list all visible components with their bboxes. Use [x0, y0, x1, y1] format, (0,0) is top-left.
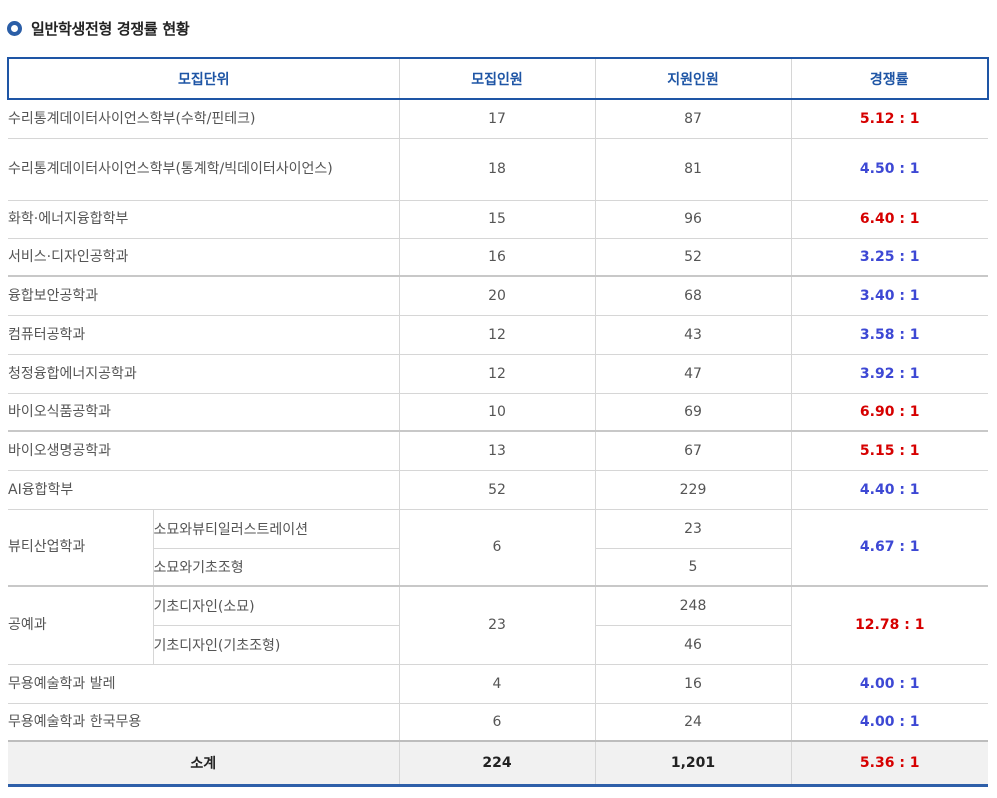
- applicants-cell: 16: [594, 663, 792, 704]
- table-row: 수리통계데이터사이언스학부(통계학/빅데이터사이언스) 18 81 4.50 :…: [8, 137, 988, 201]
- quota-cell: 13: [398, 430, 596, 471]
- unit-name: 수리통계데이터사이언스학부(통계학/빅데이터사이언스): [8, 137, 400, 201]
- unit-name: 바이오생명공학과: [8, 430, 400, 471]
- quota-cell: 12: [398, 353, 596, 394]
- rate-cell: 12.78 : 1: [790, 585, 988, 665]
- unit-name: 청정융합에너지공학과: [8, 353, 400, 394]
- applicants-cell: 96: [594, 199, 792, 239]
- rate-cell: 4.67 : 1: [790, 508, 988, 587]
- applicants-cell: 81: [594, 137, 792, 201]
- applicants-cell: 5: [594, 547, 791, 587]
- sub-unit-name: 소묘와기초조형: [153, 547, 400, 587]
- unit-name: 화학·에너지융합학부: [8, 199, 400, 239]
- table-row: 청정융합에너지공학과 12 47 3.92 : 1: [8, 353, 988, 394]
- table-row: 서비스·디자인공학과 16 52 3.25 : 1: [8, 237, 988, 277]
- total-label: 소계: [8, 740, 400, 787]
- rate-cell: 5.12 : 1: [790, 98, 988, 139]
- sub-unit-name: 소묘와뷰티일러스트레이션: [152, 508, 400, 549]
- total-rate: 5.36 : 1: [790, 740, 988, 787]
- competition-rate-table: 모집단위 모집인원 지원인원 경쟁률 수리통계데이터사이언스학부(수학/핀테크)…: [7, 57, 989, 787]
- total-row: 소계 224 1,201 5.36 : 1: [8, 740, 988, 787]
- unit-name: 무용예술학과 한국무용: [8, 702, 400, 742]
- table-row: 뷰티산업학과 소묘와뷰티일러스트레이션 6 23 4.67 : 1: [8, 508, 988, 587]
- total-applicants: 1,201: [594, 740, 792, 787]
- quota-cell: 6: [398, 508, 596, 587]
- applicants-cell: 43: [594, 314, 792, 355]
- quota-cell: 17: [398, 98, 596, 139]
- rate-cell: 3.58 : 1: [790, 314, 988, 355]
- unit-name: 바이오식품공학과: [8, 392, 400, 432]
- applicants-cell: 69: [594, 392, 792, 432]
- quota-cell: 15: [398, 199, 596, 239]
- header-unit: 모집단위: [7, 57, 400, 100]
- table-row: 바이오식품공학과 10 69 6.90 : 1: [8, 392, 988, 432]
- quota-cell: 16: [398, 237, 596, 277]
- table-row: 컴퓨터공학과 12 43 3.58 : 1: [8, 314, 988, 355]
- rate-cell: 4.00 : 1: [790, 702, 988, 742]
- rate-cell: 3.25 : 1: [790, 237, 988, 277]
- unit-name: 뷰티산업학과: [8, 508, 154, 587]
- header-applicants: 지원인원: [594, 57, 792, 100]
- applicants-cell: 67: [594, 430, 792, 471]
- header-quota: 모집인원: [398, 57, 596, 100]
- applicants-cell: 46: [594, 624, 791, 665]
- total-quota: 224: [398, 740, 596, 787]
- table-header-row: 모집단위 모집인원 지원인원 경쟁률: [7, 57, 989, 100]
- quota-cell: 12: [398, 314, 596, 355]
- applicants-cell: 52: [594, 237, 792, 277]
- unit-name: 공예과: [8, 585, 154, 665]
- table-row: 융합보안공학과 20 68 3.40 : 1: [8, 275, 988, 316]
- rate-cell: 4.50 : 1: [790, 137, 988, 201]
- rate-cell: 6.40 : 1: [790, 199, 988, 239]
- applicants-cell: 248: [594, 585, 792, 626]
- sub-unit-name: 기초디자인(기초조형): [153, 624, 400, 665]
- header-rate: 경쟁률: [790, 57, 989, 100]
- unit-name: 서비스·디자인공학과: [8, 237, 400, 277]
- quota-cell: 10: [398, 392, 596, 432]
- unit-name: 수리통계데이터사이언스학부(수학/핀테크): [8, 98, 400, 139]
- unit-name: AI융합학부: [8, 469, 400, 510]
- unit-name: 융합보안공학과: [8, 275, 400, 316]
- applicants-cell: 87: [594, 98, 792, 139]
- quota-cell: 18: [398, 137, 596, 201]
- applicants-cell: 47: [594, 353, 792, 394]
- rate-cell: 3.92 : 1: [790, 353, 988, 394]
- table-row: 공예과 기초디자인(소묘) 23 248 12.78 : 1: [8, 585, 988, 665]
- unit-name: 컴퓨터공학과: [8, 314, 400, 355]
- circle-bullet-icon: [7, 20, 22, 36]
- table-row: AI융합학부 52 229 4.40 : 1: [8, 469, 988, 510]
- quota-cell: 20: [398, 275, 596, 316]
- quota-cell: 6: [398, 702, 596, 742]
- unit-name: 무용예술학과 발레: [8, 663, 400, 704]
- sub-unit-name: 기초디자인(소묘): [152, 585, 400, 626]
- applicants-cell: 24: [594, 702, 792, 742]
- rate-cell: 4.40 : 1: [790, 469, 988, 510]
- table-row: 무용예술학과 한국무용 6 24 4.00 : 1: [8, 702, 988, 742]
- section-title: 일반학생전형 경쟁률 현황: [31, 19, 190, 38]
- applicants-cell: 68: [594, 275, 792, 316]
- table-row: 수리통계데이터사이언스학부(수학/핀테크) 17 87 5.12 : 1: [8, 98, 988, 139]
- quota-cell: 23: [398, 585, 596, 665]
- rate-cell: 5.15 : 1: [790, 430, 988, 471]
- rate-cell: 4.00 : 1: [790, 663, 988, 704]
- quota-cell: 4: [398, 663, 596, 704]
- table-row: 바이오생명공학과 13 67 5.15 : 1: [8, 430, 988, 471]
- applicants-cell: 23: [594, 508, 792, 549]
- rate-cell: 3.40 : 1: [790, 275, 988, 316]
- table-row: 무용예술학과 발레 4 16 4.00 : 1: [8, 663, 988, 704]
- table-row: 화학·에너지융합학부 15 96 6.40 : 1: [8, 199, 988, 239]
- rate-cell: 6.90 : 1: [790, 392, 988, 432]
- quota-cell: 52: [398, 469, 596, 510]
- section-heading: 일반학생전형 경쟁률 현황: [7, 17, 190, 39]
- applicants-cell: 229: [594, 469, 792, 510]
